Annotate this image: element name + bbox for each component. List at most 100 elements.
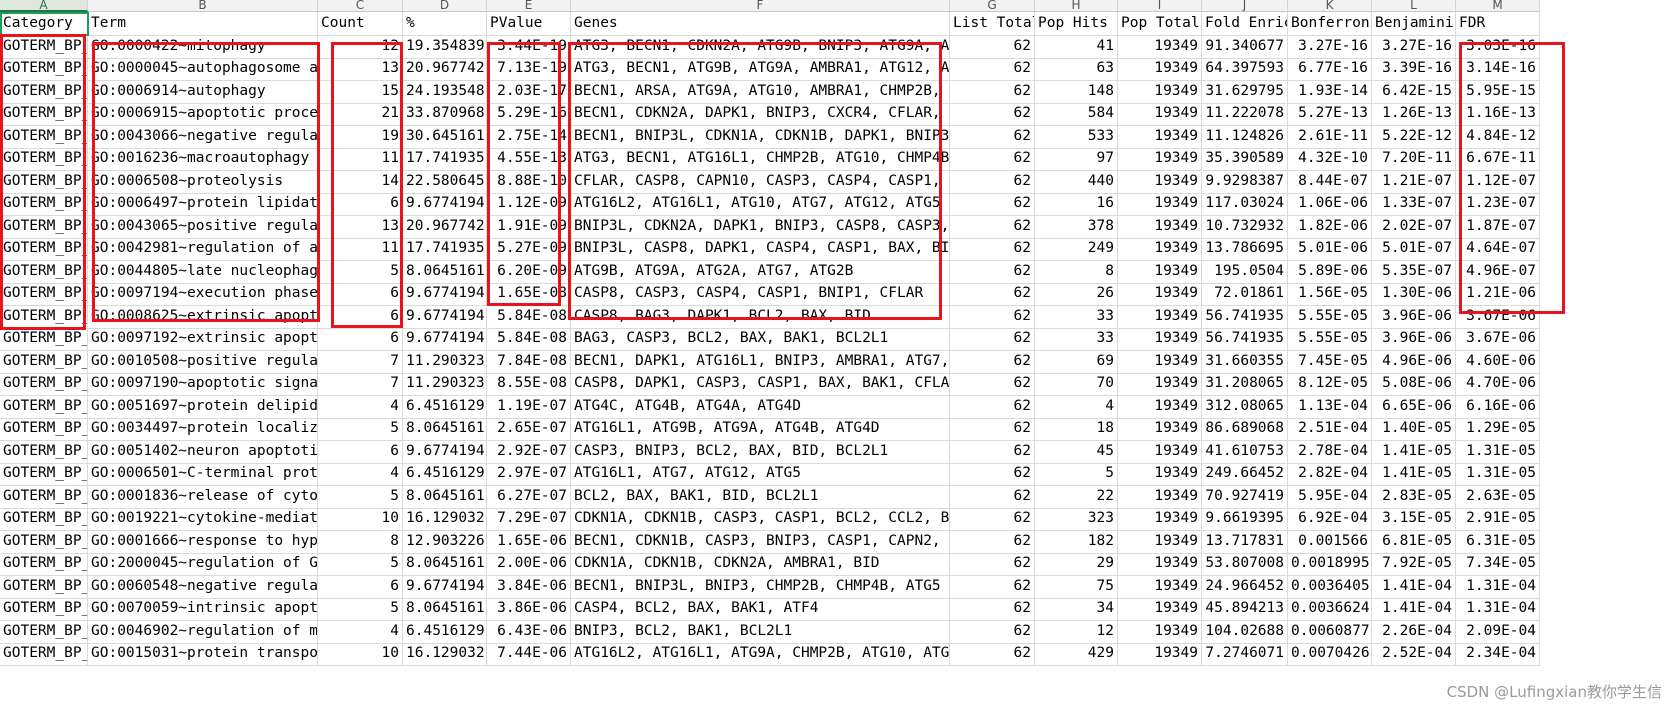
table-cell[interactable]: 5.84E-08 xyxy=(487,304,571,329)
table-cell[interactable]: 2.82E-04 xyxy=(1288,462,1372,486)
table-cell[interactable]: 5 xyxy=(318,552,403,576)
table-cell[interactable]: 19349 xyxy=(1118,304,1202,329)
table-cell[interactable]: GO:0010508~positive regulat xyxy=(88,349,318,374)
table-cell[interactable]: 1.31E-05 xyxy=(1456,462,1540,486)
table-cell[interactable]: 33 xyxy=(1035,327,1118,351)
table-cell[interactable]: 9.6774194 xyxy=(403,327,487,351)
header-cell-d[interactable]: % xyxy=(403,12,487,36)
table-cell[interactable]: GOTERM_BP_ xyxy=(0,259,88,284)
table-cell[interactable]: 31.660355 xyxy=(1202,349,1288,374)
table-cell[interactable]: 1.56E-05 xyxy=(1288,282,1372,306)
table-cell[interactable]: 182 xyxy=(1035,529,1118,554)
table-cell[interactable]: 41.610753 xyxy=(1202,439,1288,464)
table-cell[interactable]: 16.129032 xyxy=(403,507,487,531)
table-cell[interactable]: 2.92E-07 xyxy=(487,439,571,464)
table-cell[interactable]: GOTERM_BP_ xyxy=(0,102,88,126)
table-cell[interactable]: GOTERM_BP_ xyxy=(0,192,88,216)
header-cell-b[interactable]: Term xyxy=(88,12,318,36)
table-cell[interactable]: 62 xyxy=(950,439,1035,464)
table-cell[interactable]: 13 xyxy=(318,57,403,81)
table-cell[interactable]: 19349 xyxy=(1118,417,1202,441)
header-cell-h[interactable]: Pop Hits xyxy=(1035,12,1118,36)
table-cell[interactable]: GO:0043065~positive regulat xyxy=(88,214,318,239)
table-cell[interactable]: 2.63E-05 xyxy=(1456,484,1540,509)
table-cell[interactable]: 1.31E-04 xyxy=(1456,574,1540,599)
table-cell[interactable]: ATG16L1, ATG7, ATG12, ATG5 xyxy=(571,462,950,486)
table-cell[interactable]: 8.0645161 xyxy=(403,484,487,509)
table-cell[interactable]: 5.95E-15 xyxy=(1456,79,1540,104)
table-cell[interactable]: 5.27E-09 xyxy=(487,237,571,261)
table-cell[interactable]: GO:0000045~autophagosome as xyxy=(88,57,318,81)
table-cell[interactable]: 10 xyxy=(318,507,403,531)
table-cell[interactable]: GO:0046902~regulation of mi xyxy=(88,619,318,644)
table-cell[interactable]: 62 xyxy=(950,57,1035,81)
table-cell[interactable]: 2.65E-07 xyxy=(487,417,571,441)
table-cell[interactable]: 1.13E-04 xyxy=(1288,394,1372,419)
table-cell[interactable]: 11 xyxy=(318,237,403,261)
table-cell[interactable]: BECN1, CDKN2A, DAPK1, BNIP3, CXCR4, CFLA… xyxy=(571,102,950,126)
table-cell[interactable]: 17.741935 xyxy=(403,237,487,261)
table-cell[interactable]: 6.4516129 xyxy=(403,394,487,419)
table-cell[interactable]: GO:0043066~negative regulat xyxy=(88,124,318,149)
table-cell[interactable]: 2.34E-04 xyxy=(1456,642,1540,666)
table-cell[interactable]: ATG16L2, ATG16L1, ATG9A, CHMP2B, ATG10, … xyxy=(571,642,950,666)
table-cell[interactable]: 8 xyxy=(318,529,403,554)
header-cell-i[interactable]: Pop Total xyxy=(1118,12,1202,36)
table-cell[interactable]: 5.55E-05 xyxy=(1288,304,1372,329)
table-cell[interactable]: 312.08065 xyxy=(1202,394,1288,419)
table-cell[interactable]: GO:0044805~late nucleophagy xyxy=(88,259,318,284)
table-cell[interactable]: GO:0097190~apoptotic signal xyxy=(88,372,318,396)
table-cell[interactable]: 97 xyxy=(1035,147,1118,171)
table-cell[interactable]: 7.92E-05 xyxy=(1372,552,1456,576)
table-cell[interactable]: 8.88E-10 xyxy=(487,169,571,194)
column-header-b[interactable]: B xyxy=(88,0,318,12)
table-cell[interactable]: 35.390589 xyxy=(1202,147,1288,171)
table-cell[interactable]: GO:0006915~apoptotic proces xyxy=(88,102,318,126)
table-cell[interactable]: GOTERM_BP_ xyxy=(0,507,88,531)
table-cell[interactable]: GOTERM_BP_ xyxy=(0,34,88,59)
table-cell[interactable]: 56.741935 xyxy=(1202,304,1288,329)
table-cell[interactable]: BNIP3L, CDKN2A, DAPK1, BNIP3, CASP8, CAS… xyxy=(571,214,950,239)
table-cell[interactable]: 9.6774194 xyxy=(403,304,487,329)
table-cell[interactable]: 1.30E-06 xyxy=(1372,282,1456,306)
table-cell[interactable]: GO:0019221~cytokine-mediate xyxy=(88,507,318,531)
table-cell[interactable]: 5.22E-12 xyxy=(1372,124,1456,149)
table-cell[interactable]: GO:0006508~proteolysis xyxy=(88,169,318,194)
table-cell[interactable]: 62 xyxy=(950,282,1035,306)
table-cell[interactable]: CASP8, CASP3, CASP4, CASP1, BNIP1, CFLAR xyxy=(571,282,950,306)
column-header-a[interactable]: A xyxy=(0,0,88,12)
table-cell[interactable]: 533 xyxy=(1035,124,1118,149)
table-cell[interactable]: GO:0097194~execution phase xyxy=(88,282,318,306)
table-cell[interactable]: GO:0015031~protein transpor xyxy=(88,642,318,666)
table-cell[interactable]: 64.397593 xyxy=(1202,57,1288,81)
table-cell[interactable]: 1.82E-06 xyxy=(1288,214,1372,239)
table-cell[interactable]: 8 xyxy=(1035,259,1118,284)
table-cell[interactable]: 429 xyxy=(1035,642,1118,666)
table-cell[interactable]: 104.02688 xyxy=(1202,619,1288,644)
table-cell[interactable]: 3.03E-16 xyxy=(1456,34,1540,59)
table-cell[interactable]: 45 xyxy=(1035,439,1118,464)
table-cell[interactable]: 6.27E-07 xyxy=(487,484,571,509)
column-header-d[interactable]: D xyxy=(403,0,487,12)
table-cell[interactable]: 2.75E-14 xyxy=(487,124,571,149)
table-cell[interactable]: 5 xyxy=(318,484,403,509)
table-cell[interactable]: 62 xyxy=(950,349,1035,374)
table-cell[interactable]: 378 xyxy=(1035,214,1118,239)
table-cell[interactable]: GO:0034497~protein localiza xyxy=(88,417,318,441)
table-cell[interactable]: 6.31E-05 xyxy=(1456,529,1540,554)
table-cell[interactable]: 56.741935 xyxy=(1202,327,1288,351)
table-cell[interactable]: 19349 xyxy=(1118,102,1202,126)
table-cell[interactable]: 3.14E-16 xyxy=(1456,57,1540,81)
table-cell[interactable]: GO:0000422~mitophagy xyxy=(88,34,318,59)
header-cell-j[interactable]: Fold Enric xyxy=(1202,12,1288,36)
table-cell[interactable]: BCL2, BAX, BAK1, BID, BCL2L1 xyxy=(571,484,950,509)
table-cell[interactable]: 19349 xyxy=(1118,642,1202,666)
table-cell[interactable]: 75 xyxy=(1035,574,1118,599)
table-cell[interactable]: 13 xyxy=(318,214,403,239)
table-cell[interactable]: GOTERM_BP_ xyxy=(0,597,88,621)
table-cell[interactable]: GOTERM_BP_ xyxy=(0,417,88,441)
table-cell[interactable]: 12 xyxy=(1035,619,1118,644)
table-cell[interactable]: GO:0060548~negative regulat xyxy=(88,574,318,599)
table-cell[interactable]: 11.222078 xyxy=(1202,102,1288,126)
table-cell[interactable]: 3.15E-05 xyxy=(1372,507,1456,531)
